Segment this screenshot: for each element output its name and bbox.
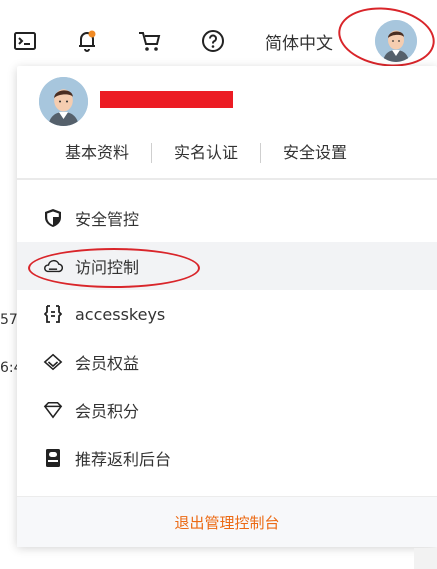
- gem-icon: [43, 400, 63, 420]
- logout-link[interactable]: 退出管理控制台: [174, 512, 279, 533]
- diamond-icon: [43, 352, 63, 372]
- key-bracket-icon: [43, 304, 63, 324]
- notification-bell-icon[interactable]: [72, 26, 102, 56]
- annotation-circle-access-control: [28, 248, 200, 288]
- redacted-username: [100, 91, 233, 108]
- profile-link-security-settings[interactable]: 安全设置: [261, 142, 369, 164]
- background-text-fragment: 57: [0, 312, 18, 328]
- shield-icon: [43, 208, 63, 228]
- profile-link-verification[interactable]: 实名认证: [152, 142, 260, 164]
- panel-footer: 退出管理控制台: [17, 496, 437, 547]
- user-menu: 安全管控 访问控制 accesskeys 会员权益 会员积分 推荐返利后台: [17, 194, 437, 482]
- menu-item-security-control[interactable]: 安全管控: [17, 194, 437, 242]
- profile-avatar: [39, 77, 88, 126]
- profile-link-basic-info[interactable]: 基本资料: [17, 142, 151, 164]
- annotation-circle-avatar: [334, 1, 437, 73]
- background-panel-fragment: [414, 548, 437, 569]
- cart-icon[interactable]: [135, 26, 165, 56]
- profile-links: 基本资料 实名认证 安全设置: [17, 138, 437, 168]
- card-icon: [43, 448, 63, 468]
- menu-item-label: 会员积分: [75, 402, 140, 421]
- language-selector[interactable]: 简体中文: [265, 29, 333, 54]
- help-icon[interactable]: [198, 26, 228, 56]
- menu-item-member-points[interactable]: 会员积分: [17, 386, 437, 434]
- user-dropdown-panel: 基本资料 实名认证 安全设置 安全管控 访问控制 accesskeys 会员权益…: [17, 66, 437, 547]
- menu-item-label: 安全管控: [75, 210, 140, 229]
- terminal-icon[interactable]: [10, 26, 40, 56]
- menu-item-label: 推荐返利后台: [75, 450, 172, 469]
- menu-item-member-benefits[interactable]: 会员权益: [17, 338, 437, 386]
- menu-item-referral-rebate[interactable]: 推荐返利后台: [17, 434, 437, 482]
- menu-item-label: 会员权益: [75, 354, 140, 373]
- divider: [17, 178, 437, 180]
- menu-item-accesskeys[interactable]: accesskeys: [17, 290, 437, 338]
- menu-item-label: accesskeys: [75, 304, 166, 324]
